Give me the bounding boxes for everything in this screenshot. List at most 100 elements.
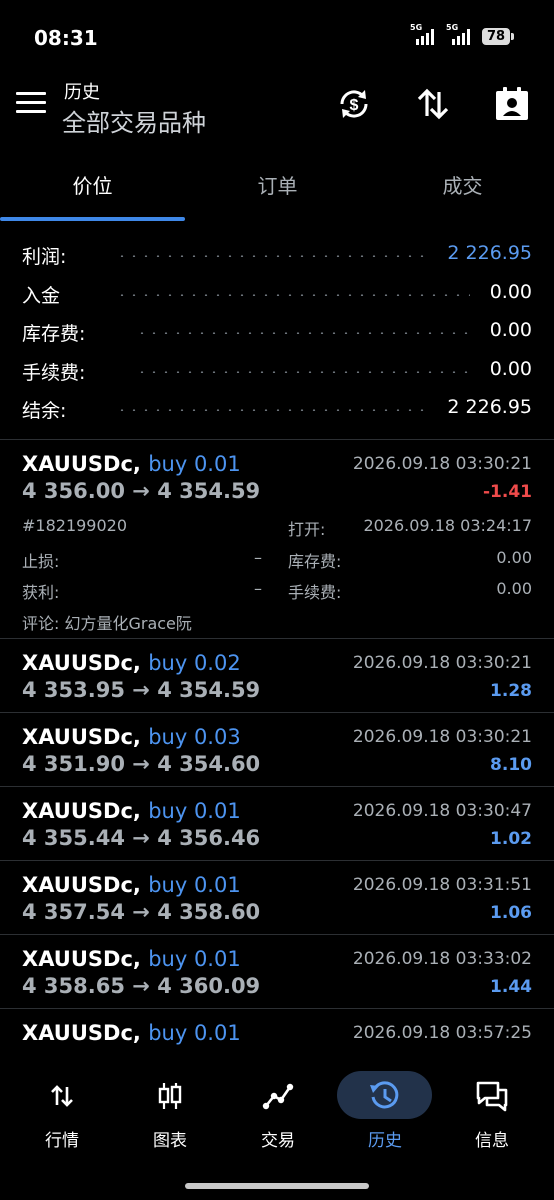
candlestick-icon xyxy=(152,1078,188,1114)
divider xyxy=(0,1008,554,1009)
trade-row[interactable]: XAUUSDc, buy 0.03 2026.09.18 03:30:21 4 … xyxy=(0,725,554,785)
nav-trade[interactable]: 交易 xyxy=(224,1066,332,1158)
open-price: 4 355.44 xyxy=(22,826,125,850)
swap-label: 库存费: xyxy=(288,552,342,571)
tab-deals[interactable]: 成交 xyxy=(370,170,554,199)
divider xyxy=(0,786,554,787)
trade-side: buy 0.01 xyxy=(148,947,241,971)
summary-row-profit: 利润: 2 226.95 xyxy=(22,242,532,268)
home-indicator[interactable] xyxy=(185,1183,369,1189)
tab-orders[interactable]: 订单 xyxy=(185,170,370,199)
bottom-navigation: 行情 图表 交易 历史 信息 xyxy=(0,1066,554,1158)
divider xyxy=(0,860,554,861)
trade-profit: 8.10 xyxy=(490,755,532,775)
open-price: 4 353.95 xyxy=(22,678,125,702)
trade-time: 2026.09.18 03:30:21 xyxy=(352,454,532,474)
close-price: 4 354.59 xyxy=(157,678,261,702)
trade-time: 2026.09.18 03:30:47 xyxy=(352,801,532,821)
arrow-icon: → xyxy=(132,678,150,702)
trade-profit: -1.41 xyxy=(483,482,532,502)
arrow-icon: → xyxy=(132,752,150,776)
summary-section: 利润: 2 226.95 入金 0.00 库存费: 0.00 手续费: 0.00… xyxy=(0,236,554,429)
status-bar: 08:31 5G 5G 78 xyxy=(0,0,554,76)
open-time-label: 打开: xyxy=(288,520,326,539)
arrows-updown-icon xyxy=(44,1078,80,1114)
trade-symbol: XAUUSDc, xyxy=(22,725,141,749)
take-profit-value: – xyxy=(254,579,262,598)
take-profit-label: 获利: xyxy=(22,583,60,602)
stop-loss-value: – xyxy=(254,548,262,567)
trade-symbol: XAUUSDc, xyxy=(22,651,141,675)
status-time: 08:31 xyxy=(34,26,98,50)
arrow-icon: → xyxy=(132,826,150,850)
trend-line-icon xyxy=(260,1078,296,1114)
divider xyxy=(0,712,554,713)
summary-row-deposit: 入金 0.00 xyxy=(22,280,532,307)
nav-history[interactable]: 历史 xyxy=(331,1066,439,1158)
trade-symbol: XAUUSDc, xyxy=(22,947,141,971)
trade-time: 2026.09.18 03:33:02 xyxy=(352,949,532,969)
stop-loss-label: 止损: xyxy=(22,552,60,571)
divider xyxy=(0,439,554,440)
divider xyxy=(0,934,554,935)
trade-side: buy 0.01 xyxy=(148,1021,241,1045)
signal-icon: 5G xyxy=(446,23,470,45)
open-price: 4 351.90 xyxy=(22,752,125,776)
trade-row[interactable]: XAUUSDc, buy 0.01 2026.09.18 03:31:51 4 … xyxy=(0,873,554,933)
tab-bar: 价位 订单 成交 xyxy=(0,160,554,222)
nav-charts[interactable]: 图表 xyxy=(116,1066,224,1158)
history-clock-icon xyxy=(367,1078,403,1114)
report-icon[interactable] xyxy=(492,84,532,124)
trade-row-expanded[interactable]: XAUUSDc, buy 0.01 2026.09.18 03:30:21 4 … xyxy=(0,452,554,638)
trade-row[interactable]: XAUUSDc, buy 0.01 2026.09.18 03:33:02 4 … xyxy=(0,947,554,1007)
signal-icon: 5G xyxy=(410,23,434,45)
trade-side: buy 0.01 xyxy=(148,873,241,897)
close-price: 4 360.09 xyxy=(157,974,261,998)
trade-time: 2026.09.18 03:30:21 xyxy=(352,727,532,747)
trade-comment: 评论: 幻方量化Grace阮 xyxy=(22,614,192,633)
trade-symbol: XAUUSDc, xyxy=(22,1021,141,1045)
status-icons: 5G 5G 78 xyxy=(410,23,514,45)
trade-time: 2026.09.18 03:31:51 xyxy=(352,875,532,895)
svg-text:$: $ xyxy=(350,97,359,114)
trade-symbol: XAUUSDc, xyxy=(22,799,141,823)
trade-side: buy 0.03 xyxy=(148,725,241,749)
trade-profit: 1.28 xyxy=(490,681,532,701)
open-price: 4 358.65 xyxy=(22,974,125,998)
close-price: 4 356.46 xyxy=(157,826,261,850)
close-price: 4 358.60 xyxy=(157,900,261,924)
close-price: 4 354.59 xyxy=(157,479,261,503)
sort-icon[interactable] xyxy=(413,84,453,124)
trade-profit: 1.02 xyxy=(490,829,532,849)
trade-row[interactable]: XAUUSDc, buy 0.01 2026.09.18 03:57:25 xyxy=(0,1021,554,1047)
summary-row-swap: 库存费: 0.00 xyxy=(22,319,532,345)
nav-messages[interactable]: 信息 xyxy=(438,1066,546,1158)
commission-label: 手续费: xyxy=(288,583,342,602)
page-title: 历史 xyxy=(64,82,100,103)
trade-symbol: XAUUSDc, xyxy=(22,452,141,476)
trade-profit: 1.44 xyxy=(490,977,532,997)
summary-row-balance: 结余: 2 226.95 xyxy=(22,396,532,422)
trade-row[interactable]: XAUUSDc, buy 0.02 2026.09.18 03:30:21 4 … xyxy=(0,651,554,711)
trade-time: 2026.09.18 03:57:25 xyxy=(352,1023,532,1043)
open-price: 4 356.00 xyxy=(22,479,125,503)
open-time: 2026.09.18 03:24:17 xyxy=(363,516,532,535)
symbol-filter[interactable]: 全部交易品种 xyxy=(62,103,206,138)
menu-icon[interactable] xyxy=(16,92,46,118)
trade-symbol: XAUUSDc, xyxy=(22,873,141,897)
close-price: 4 354.60 xyxy=(157,752,261,776)
arrow-icon: → xyxy=(132,900,150,924)
chat-bubbles-icon xyxy=(474,1078,510,1114)
tab-positions[interactable]: 价位 xyxy=(0,170,185,199)
currency-exchange-icon[interactable]: $ xyxy=(334,84,374,124)
trade-time: 2026.09.18 03:30:21 xyxy=(352,653,532,673)
arrow-icon: → xyxy=(132,974,150,998)
commission-value: 0.00 xyxy=(496,579,532,598)
arrow-icon: → xyxy=(132,479,150,503)
trade-row[interactable]: XAUUSDc, buy 0.01 2026.09.18 03:30:47 4 … xyxy=(0,799,554,859)
trade-side: buy 0.01 xyxy=(148,452,241,476)
battery-icon: 78 xyxy=(482,27,514,45)
divider xyxy=(0,638,554,639)
open-price: 4 357.54 xyxy=(22,900,125,924)
nav-quotes[interactable]: 行情 xyxy=(8,1066,116,1158)
